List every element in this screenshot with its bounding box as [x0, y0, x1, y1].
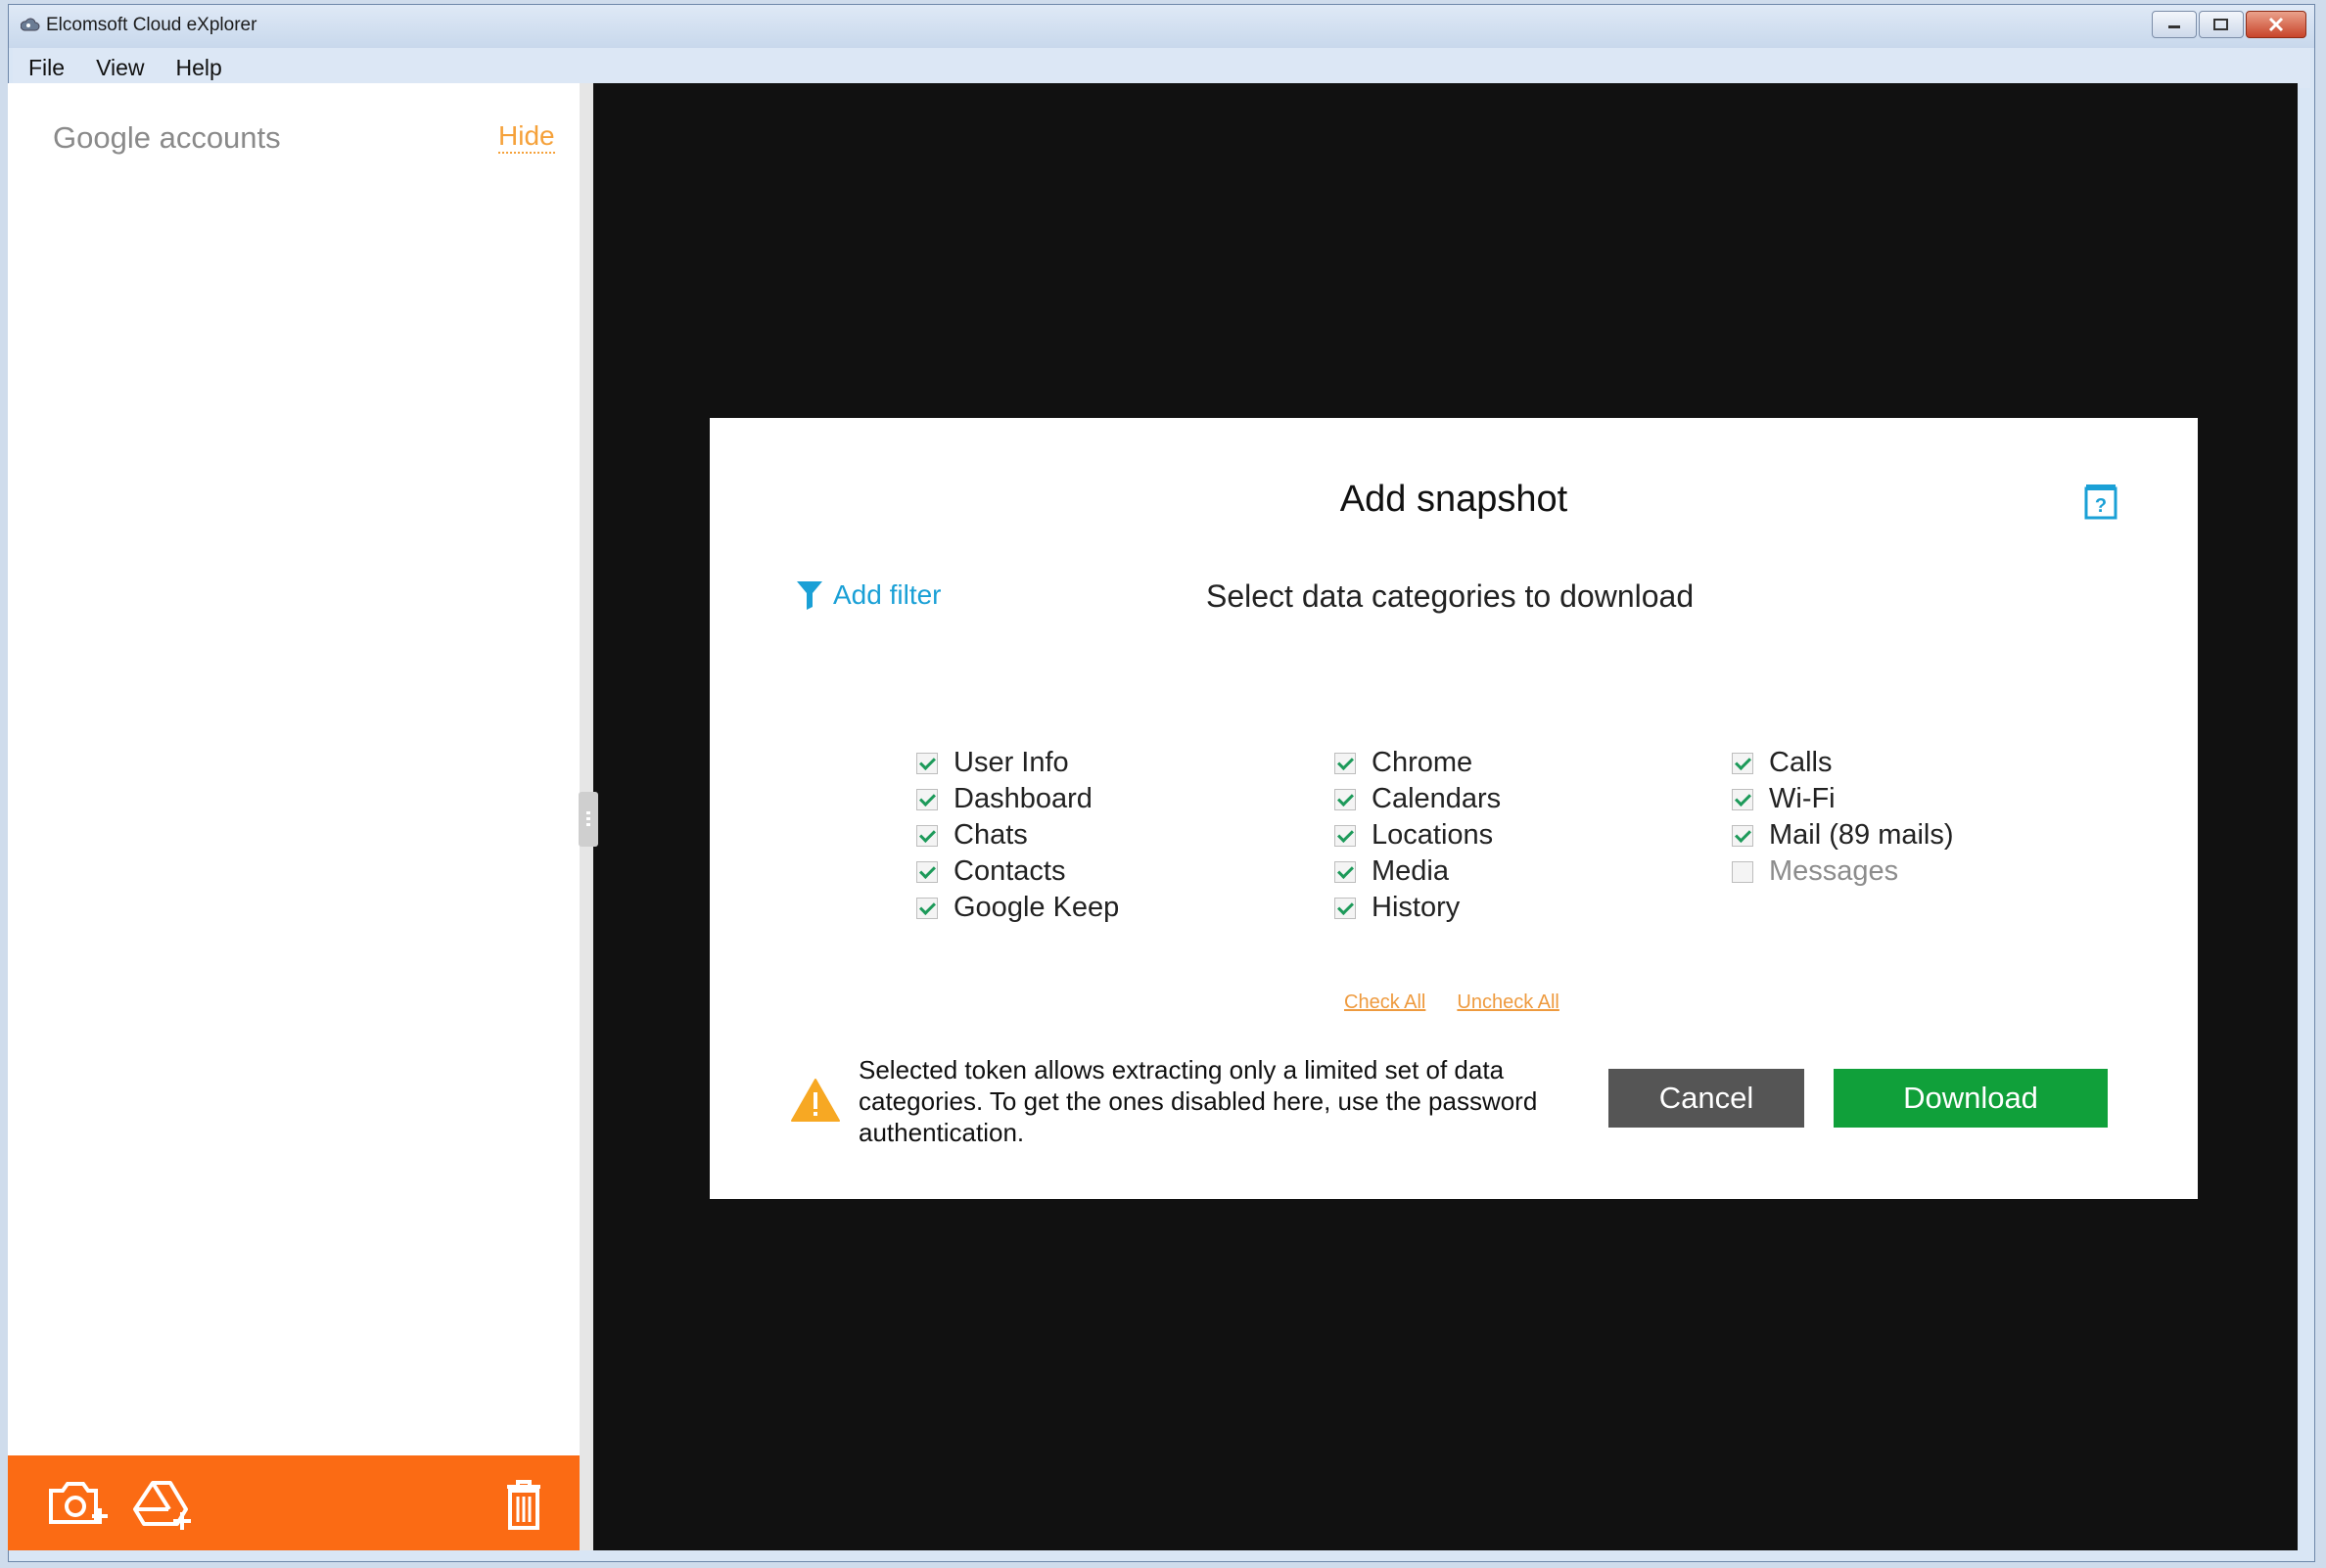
menu-file[interactable]: File	[13, 48, 80, 88]
category-mail[interactable]: Mail (89 mails)	[1732, 819, 1954, 852]
title-bar: Elcomsoft Cloud eXplorer	[9, 5, 2314, 48]
accounts-sidebar: Google accounts Hide	[8, 83, 580, 1550]
checkbox-disabled	[1732, 860, 1753, 883]
category-chats[interactable]: Chats	[916, 819, 1028, 852]
category-contacts[interactable]: Contacts	[916, 855, 1065, 888]
checkbox[interactable]	[916, 788, 938, 810]
window-title: Elcomsoft Cloud eXplorer	[46, 15, 257, 35]
checkbox[interactable]	[1334, 897, 1356, 919]
client-area: Google accounts Hide Add snapshot ? Add …	[8, 83, 2298, 1550]
check-links: Check All Uncheck All	[1344, 992, 1559, 1014]
sidebar-toolbar	[8, 1455, 580, 1550]
category-history[interactable]: History	[1334, 892, 1460, 924]
select-categories-label: Select data categories to download	[1206, 578, 1695, 614]
menu-view[interactable]: View	[80, 48, 160, 88]
close-icon	[2268, 17, 2284, 32]
category-label: Google Keep	[954, 892, 1120, 923]
checkbox[interactable]	[916, 897, 938, 919]
category-label: Dashboard	[954, 783, 1093, 814]
sidebar-title: Google accounts	[53, 120, 281, 155]
token-warning-text: Selected token allows extracting only a …	[859, 1055, 1538, 1147]
maximize-button[interactable]	[2199, 11, 2244, 38]
category-dashboard[interactable]: Dashboard	[916, 783, 1093, 815]
checkbox[interactable]	[916, 860, 938, 883]
dialog-title: Add snapshot	[1339, 479, 1568, 520]
download-button[interactable]: Download	[1834, 1069, 2108, 1128]
category-calendars[interactable]: Calendars	[1334, 783, 1501, 815]
checkbox[interactable]	[1334, 860, 1356, 883]
category-label: Chrome	[1372, 747, 1473, 778]
drive-plus-icon[interactable]	[131, 1477, 196, 1532]
category-label: User Info	[954, 747, 1069, 778]
category-media[interactable]: Media	[1334, 855, 1449, 888]
cloud-icon	[21, 18, 40, 31]
category-label: Contacts	[954, 855, 1066, 887]
checkbox[interactable]	[1732, 788, 1753, 810]
close-button[interactable]	[2246, 11, 2306, 38]
add-snapshot-dialog: Add snapshot ? Add filter Select data ca…	[710, 418, 2198, 1199]
category-label: Chats	[954, 819, 1028, 851]
splitter-grip[interactable]	[579, 792, 598, 847]
minimize-icon	[2168, 25, 2180, 28]
category-wifi[interactable]: Wi-Fi	[1732, 783, 1836, 815]
checkbox[interactable]	[916, 752, 938, 774]
category-messages: Messages	[1732, 855, 1898, 888]
category-chrome[interactable]: Chrome	[1334, 747, 1472, 779]
category-label: Locations	[1372, 819, 1494, 851]
cancel-button[interactable]: Cancel	[1608, 1069, 1804, 1128]
category-label: Calendars	[1372, 783, 1502, 814]
checkbox[interactable]	[1732, 824, 1753, 847]
hide-sidebar-link[interactable]: Hide	[498, 120, 555, 154]
add-filter-label: Add filter	[833, 579, 942, 610]
category-google-keep[interactable]: Google Keep	[916, 892, 1119, 924]
uncheck-all-link[interactable]: Uncheck All	[1457, 992, 1559, 1014]
help-book-icon[interactable]: ?	[2083, 483, 2118, 522]
category-label: History	[1372, 892, 1461, 923]
restore-icon	[2213, 19, 2228, 30]
menu-help[interactable]: Help	[161, 48, 238, 88]
category-label: Calls	[1769, 747, 1833, 778]
trash-icon[interactable]	[491, 1477, 556, 1532]
category-calls[interactable]: Calls	[1732, 747, 1832, 779]
menu-bar: File View Help	[13, 48, 2310, 88]
checkbox[interactable]	[916, 824, 938, 847]
warning-triangle-icon	[791, 1079, 840, 1122]
checkbox[interactable]	[1732, 752, 1753, 774]
add-filter-button[interactable]: Add filter	[796, 579, 942, 611]
category-label: Mail (89 mails)	[1769, 819, 1954, 851]
category-label: Messages	[1769, 855, 1899, 887]
camera-plus-icon[interactable]	[45, 1477, 110, 1532]
minimize-button[interactable]	[2152, 11, 2197, 38]
checkbox[interactable]	[1334, 788, 1356, 810]
funnel-icon	[797, 581, 822, 610]
check-all-link[interactable]: Check All	[1344, 992, 1425, 1014]
svg-text:?: ?	[2095, 495, 2107, 517]
category-locations[interactable]: Locations	[1334, 819, 1493, 852]
category-label: Wi-Fi	[1769, 783, 1836, 814]
category-label: Media	[1372, 855, 1449, 887]
checkbox[interactable]	[1334, 752, 1356, 774]
checkbox[interactable]	[1334, 824, 1356, 847]
category-user-info[interactable]: User Info	[916, 747, 1069, 779]
window-controls	[2152, 11, 2306, 40]
